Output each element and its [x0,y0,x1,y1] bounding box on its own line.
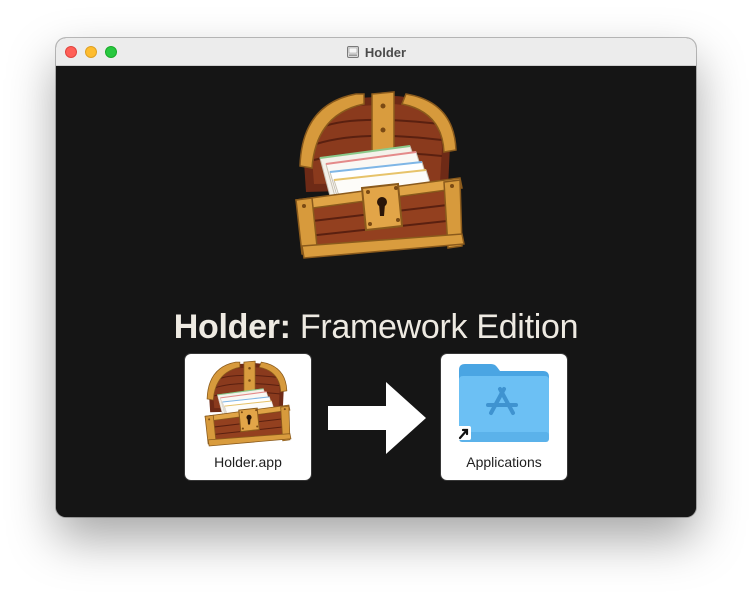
holder-app-label: Holder.app [214,454,282,470]
title-bar[interactable]: Holder [56,38,696,66]
dmg-background: Holder: Framework Edition Holder.app App… [56,66,696,517]
treasure-chest-icon [202,356,294,448]
window-title: Holder [364,44,407,60]
applications-folder-item[interactable]: Applications [441,354,567,480]
installer-window: Holder Holder: Framework Edition Holder.… [56,38,696,517]
treasure-chest-icon [290,84,470,260]
product-headline: Holder: Framework Edition [56,308,696,347]
applications-label: Applications [466,454,542,470]
arrow-right-icon [328,382,426,454]
headline-edition: Framework Edition [299,308,579,346]
disk-image-icon [346,46,359,58]
applications-folder-icon [457,364,549,442]
alias-arrow-icon [457,426,471,440]
window-title-group: Holder [56,38,696,66]
headline-product-name: Holder: [173,308,291,346]
holder-app-item[interactable]: Holder.app [185,354,311,480]
